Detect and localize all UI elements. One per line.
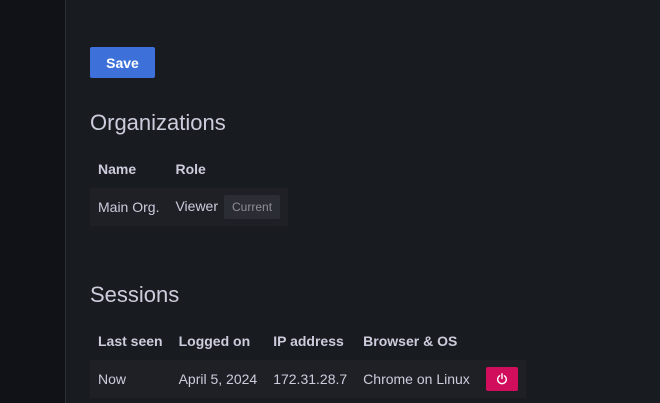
column-header-browser-os: Browser & OS <box>363 333 458 349</box>
organizations-table: Name Role Main Org. Viewer Current <box>90 150 289 226</box>
last-seen-cell: Now <box>90 360 171 398</box>
save-button[interactable]: Save <box>90 47 155 78</box>
column-header-actions <box>478 322 526 360</box>
current-badge: Current <box>224 195 281 219</box>
ip-address-cell: 172.31.28.7 <box>265 360 356 398</box>
org-role-label: Viewer <box>175 198 219 214</box>
column-header-role: Role <box>175 161 206 177</box>
logged-on-cell: April 5, 2024 <box>170 360 266 398</box>
table-header-row: Last seen Logged on IP address Browser &… <box>90 322 526 360</box>
column-header-ip-address: IP address <box>273 333 344 349</box>
table-row: Now April 5, 2024 172.31.28.7 Chrome on … <box>90 360 526 398</box>
sessions-heading: Sessions <box>90 282 180 307</box>
main-content: Save Organizations Name Role Main Org. V… <box>66 0 660 403</box>
sessions-table: Last seen Logged on IP address Browser &… <box>90 322 526 398</box>
org-name-cell: Main Org. <box>90 188 168 226</box>
actions-cell <box>477 360 526 398</box>
column-header-logged-on: Logged on <box>178 333 251 349</box>
side-navigation <box>0 0 66 403</box>
table-header-row: Name Role <box>90 150 288 188</box>
organizations-heading: Organizations <box>90 110 226 135</box>
revoke-session-button[interactable] <box>485 367 518 391</box>
org-role-cell: Viewer Current <box>167 188 289 226</box>
column-header-name: Name <box>98 161 137 177</box>
table-row: Main Org. Viewer Current <box>90 188 289 226</box>
column-header-last-seen: Last seen <box>98 333 163 349</box>
power-icon <box>496 373 507 385</box>
browser-os-cell: Chrome on Linux <box>355 360 478 398</box>
